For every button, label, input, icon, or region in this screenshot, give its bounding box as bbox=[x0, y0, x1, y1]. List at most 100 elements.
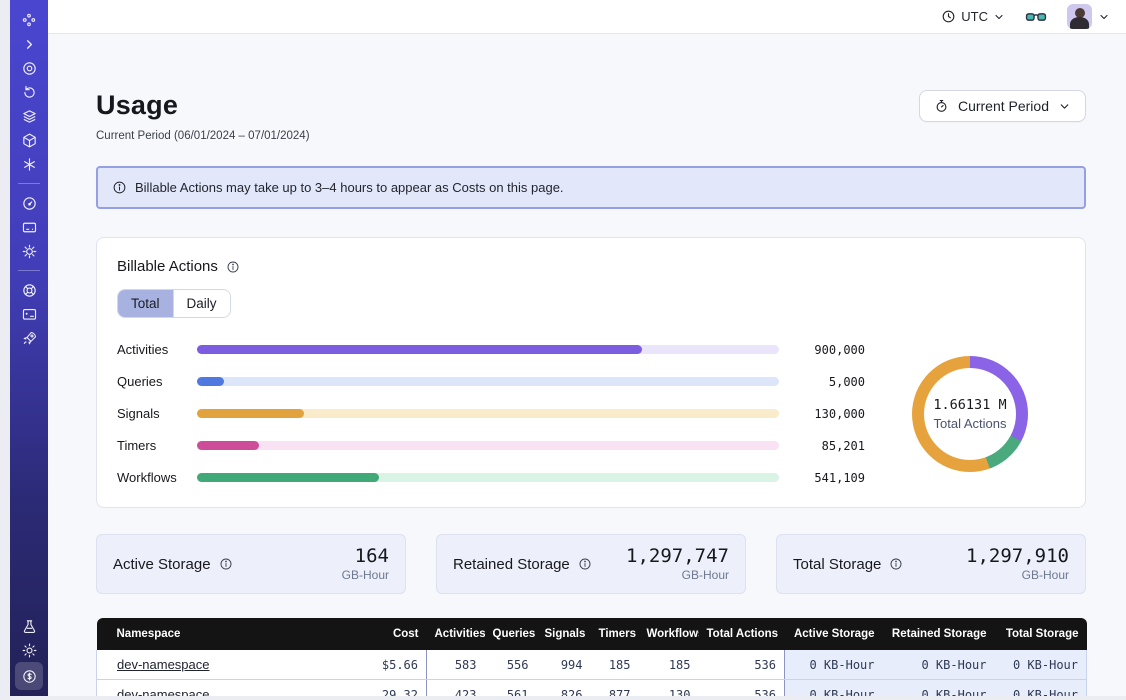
info-icon[interactable] bbox=[219, 557, 233, 571]
cell-retained-storage: 0 KB-Hour bbox=[883, 650, 995, 680]
bar-value: 900,000 bbox=[791, 343, 865, 357]
bar-label: Queries bbox=[117, 374, 185, 389]
gauge-icon[interactable] bbox=[15, 191, 43, 215]
expand-sidebar-chevron-right-icon[interactable] bbox=[15, 32, 43, 56]
bar-value: 5,000 bbox=[791, 375, 865, 389]
bar-row-queries: Queries 5,000 bbox=[117, 374, 865, 389]
billable-view-tabs: TotalDaily bbox=[117, 289, 231, 318]
namespace-link[interactable]: dev-namespace bbox=[117, 657, 210, 672]
bar-track bbox=[197, 473, 779, 482]
cell-namespace: dev-namespace bbox=[97, 650, 333, 680]
page-subtitle: Current Period (06/01/2024 – 07/01/2024) bbox=[96, 130, 310, 142]
bar-value: 130,000 bbox=[791, 407, 865, 421]
cell-total-actions: 536 bbox=[699, 650, 785, 680]
cell-cost: $5.66 bbox=[333, 650, 427, 680]
lifebuoy-icon[interactable] bbox=[15, 278, 43, 302]
billable-bar-chart: Activities 900,000 Queries 5,000 Signals 130,… bbox=[117, 342, 865, 485]
bar-value: 85,201 bbox=[791, 439, 865, 453]
cube-icon[interactable] bbox=[15, 128, 43, 152]
retained-storage-card: Retained Storage 1,297,747 GB-Hour bbox=[436, 534, 746, 594]
column-header-workflows: Workflows bbox=[639, 618, 699, 650]
billable-actions-card: Billable Actions TotalDaily Activities 90… bbox=[96, 237, 1086, 508]
eye-icon[interactable] bbox=[15, 56, 43, 80]
cell-activities: 583 bbox=[427, 650, 485, 680]
bar-row-timers: Timers 85,201 bbox=[117, 438, 865, 453]
info-icon[interactable] bbox=[578, 557, 592, 571]
bar-fill bbox=[197, 377, 224, 386]
history-icon[interactable] bbox=[15, 80, 43, 104]
column-header-activities: Activities bbox=[427, 618, 485, 650]
bar-label: Signals bbox=[117, 406, 185, 421]
column-header-total-actions: Total Actions bbox=[699, 618, 785, 650]
column-header-total-storage: Total Storage bbox=[995, 618, 1087, 650]
clock-icon bbox=[941, 9, 956, 24]
table-row: dev-namespace$5.665835569941851855360 KB… bbox=[97, 650, 1087, 680]
glasses-icon[interactable] bbox=[1025, 8, 1047, 26]
tab-total[interactable]: Total bbox=[118, 290, 173, 317]
bar-value: 541,109 bbox=[791, 471, 865, 485]
bar-fill bbox=[197, 345, 642, 354]
namespace-usage-table: NamespaceCostActivitiesQueriesSignalsTim… bbox=[96, 618, 1087, 700]
cell-active-storage: 0 KB-Hour bbox=[785, 650, 883, 680]
sidebar-divider bbox=[18, 183, 40, 184]
retained-storage-label: Retained Storage bbox=[453, 556, 570, 573]
info-icon[interactable] bbox=[226, 260, 240, 274]
rocket-icon[interactable] bbox=[15, 326, 43, 350]
bar-fill bbox=[197, 441, 259, 450]
user-avatar bbox=[1067, 4, 1092, 29]
active-storage-label: Active Storage bbox=[113, 556, 211, 573]
chevron-down-icon bbox=[1058, 100, 1071, 113]
app-window: UTC Usage bbox=[10, 0, 1126, 700]
cell-timers: 185 bbox=[591, 650, 639, 680]
total-storage-label: Total Storage bbox=[793, 556, 881, 573]
column-header-retained-storage: Retained Storage bbox=[883, 618, 995, 650]
storage-summary-row: Active Storage 164 GB-Hour Retained Stor… bbox=[96, 534, 1086, 594]
chevron-down-icon bbox=[993, 11, 1005, 23]
asterisk-icon[interactable] bbox=[15, 152, 43, 176]
layers-icon[interactable] bbox=[15, 104, 43, 128]
retained-storage-unit: GB-Hour bbox=[626, 568, 729, 582]
column-header-namespace: Namespace bbox=[97, 618, 333, 650]
period-selector-button[interactable]: Current Period bbox=[919, 90, 1086, 122]
bar-label: Timers bbox=[117, 438, 185, 453]
column-header-timers: Timers bbox=[591, 618, 639, 650]
period-selector-label: Current Period bbox=[958, 98, 1049, 114]
gear-icon[interactable] bbox=[15, 239, 43, 263]
flask-icon[interactable] bbox=[15, 614, 43, 638]
sidebar bbox=[10, 0, 48, 700]
active-storage-unit: GB-Hour bbox=[342, 568, 389, 582]
user-menu[interactable] bbox=[1067, 4, 1110, 29]
chevron-down-icon bbox=[1098, 11, 1110, 23]
bar-label: Activities bbox=[117, 342, 185, 357]
tab-daily[interactable]: Daily bbox=[173, 290, 230, 317]
page-title: Usage bbox=[96, 90, 310, 121]
bar-track bbox=[197, 377, 779, 386]
top-bar: UTC bbox=[48, 0, 1126, 34]
sun-icon[interactable] bbox=[15, 638, 43, 662]
cell-workflows: 185 bbox=[639, 650, 699, 680]
dollar-coin-icon[interactable] bbox=[15, 662, 43, 690]
cell-queries: 556 bbox=[485, 650, 537, 680]
bar-track bbox=[197, 409, 779, 418]
bar-fill bbox=[197, 473, 379, 482]
active-storage-value: 164 bbox=[342, 546, 389, 567]
column-header-cost: Cost bbox=[333, 618, 427, 650]
info-icon[interactable] bbox=[889, 557, 903, 571]
total-actions-donut-chart: 1.66131 M Total Actions bbox=[912, 356, 1028, 472]
console-icon[interactable] bbox=[15, 302, 43, 326]
temporal-logo-icon[interactable] bbox=[15, 8, 43, 32]
column-header-queries: Queries bbox=[485, 618, 537, 650]
card-icon[interactable] bbox=[15, 215, 43, 239]
bar-label: Workflows bbox=[117, 470, 185, 485]
active-storage-card: Active Storage 164 GB-Hour bbox=[96, 534, 406, 594]
column-header-active-storage: Active Storage bbox=[785, 618, 883, 650]
bar-row-workflows: Workflows 541,109 bbox=[117, 470, 865, 485]
table-header-row: NamespaceCostActivitiesQueriesSignalsTim… bbox=[97, 618, 1087, 650]
column-header-signals: Signals bbox=[537, 618, 591, 650]
billable-actions-title: Billable Actions bbox=[117, 258, 218, 275]
timezone-selector[interactable]: UTC bbox=[941, 9, 1005, 24]
retained-storage-value: 1,297,747 bbox=[626, 546, 729, 567]
bar-fill bbox=[197, 409, 304, 418]
bar-track bbox=[197, 441, 779, 450]
sidebar-divider bbox=[18, 270, 40, 271]
